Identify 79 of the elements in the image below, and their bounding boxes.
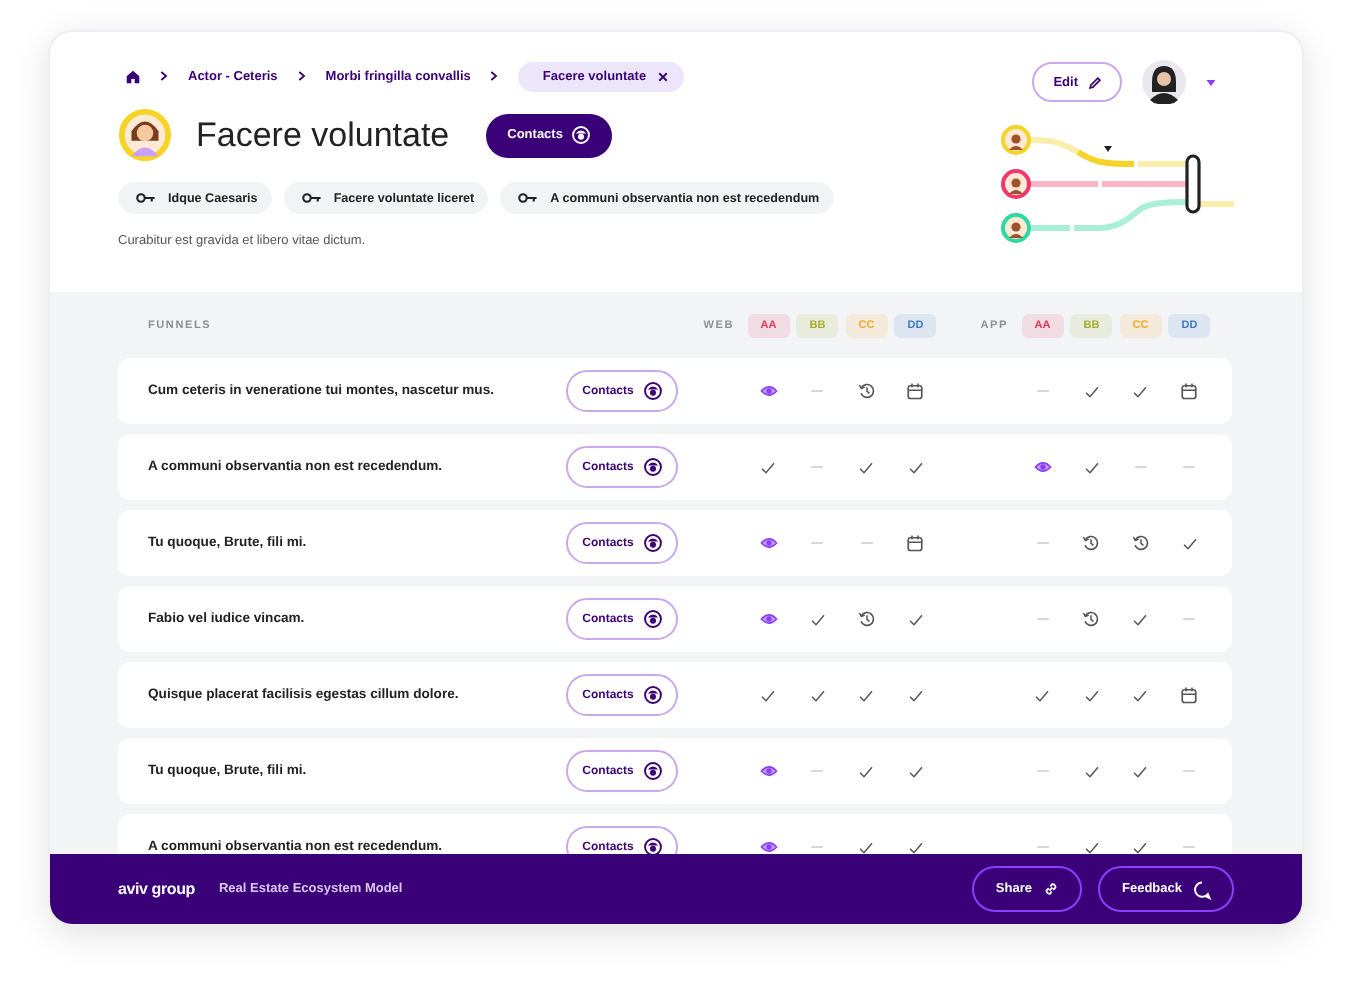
check-icon xyxy=(1081,763,1102,779)
dash-icon xyxy=(1182,616,1197,622)
contact-icon xyxy=(643,610,662,628)
check-icon xyxy=(807,611,828,627)
check-icon xyxy=(905,687,926,703)
dash-icon xyxy=(810,464,825,470)
history-icon xyxy=(857,382,876,400)
check-icon xyxy=(856,459,877,475)
check-icon xyxy=(905,763,926,779)
calendar-icon xyxy=(1180,382,1199,400)
check-icon xyxy=(905,459,926,475)
dash-icon xyxy=(1182,768,1197,774)
eye-icon xyxy=(759,610,778,628)
check-icon xyxy=(1130,383,1151,399)
dash-icon xyxy=(1035,616,1050,622)
key-icon xyxy=(136,192,156,204)
link-icon xyxy=(1042,880,1060,898)
contact-icon xyxy=(643,762,662,780)
dash-icon xyxy=(810,844,825,850)
check-icon xyxy=(807,687,828,703)
calendar-icon xyxy=(1180,686,1199,704)
dash-icon xyxy=(810,540,825,546)
check-icon xyxy=(1081,459,1102,475)
contact-icon xyxy=(643,686,662,704)
check-icon xyxy=(758,687,779,703)
eye-icon xyxy=(759,534,778,552)
chevron-icon xyxy=(297,70,306,82)
contact-icon xyxy=(643,458,662,476)
logo: aviv group xyxy=(118,880,195,898)
check-icon xyxy=(1130,611,1151,627)
dash-icon xyxy=(1133,464,1148,470)
check-icon xyxy=(856,839,877,854)
close-icon[interactable] xyxy=(658,71,669,81)
dash-icon xyxy=(810,768,825,774)
chevron-icon xyxy=(160,70,168,82)
check-icon xyxy=(1179,535,1200,551)
check-icon xyxy=(856,763,877,779)
eye-icon xyxy=(759,762,778,780)
eye-icon xyxy=(1033,458,1052,476)
calendar-icon xyxy=(906,382,925,400)
contact-icon xyxy=(643,534,662,552)
key-icon xyxy=(301,192,322,204)
dash-icon xyxy=(1035,844,1050,850)
home-icon[interactable] xyxy=(126,69,140,83)
dash-icon xyxy=(1035,768,1050,774)
check-icon xyxy=(1130,763,1151,779)
history-icon xyxy=(1131,534,1150,552)
check-icon xyxy=(1081,687,1102,703)
check-icon xyxy=(1081,383,1102,399)
contact-icon xyxy=(643,382,662,400)
check-icon xyxy=(905,839,926,854)
eye-icon xyxy=(759,838,778,854)
dash-icon xyxy=(859,540,874,546)
dash-icon xyxy=(1035,388,1050,394)
user-avatar[interactable] xyxy=(1142,60,1186,104)
dash-icon xyxy=(1182,844,1197,850)
check-icon xyxy=(1130,839,1151,854)
history-icon xyxy=(1082,534,1101,552)
chat-icon xyxy=(1192,879,1212,899)
dash-icon xyxy=(810,388,825,394)
check-icon xyxy=(1081,839,1102,854)
caret-icon[interactable] xyxy=(1206,79,1216,85)
contact-icon xyxy=(572,126,591,144)
history-icon xyxy=(1082,610,1101,628)
history-icon xyxy=(857,610,876,628)
check-icon xyxy=(1130,687,1151,703)
chevron-icon xyxy=(490,70,499,82)
dash-icon xyxy=(1035,540,1050,546)
check-icon xyxy=(856,687,877,703)
pencil-icon xyxy=(1088,75,1102,89)
dash-icon xyxy=(1182,464,1197,470)
check-icon xyxy=(758,459,779,475)
avatar xyxy=(118,108,172,162)
key-icon xyxy=(518,192,539,204)
check-icon xyxy=(905,611,926,627)
eye-icon xyxy=(759,382,778,400)
page-title: Facere voluntate xyxy=(196,115,450,155)
check-icon xyxy=(1032,687,1053,703)
calendar-icon xyxy=(906,534,925,552)
